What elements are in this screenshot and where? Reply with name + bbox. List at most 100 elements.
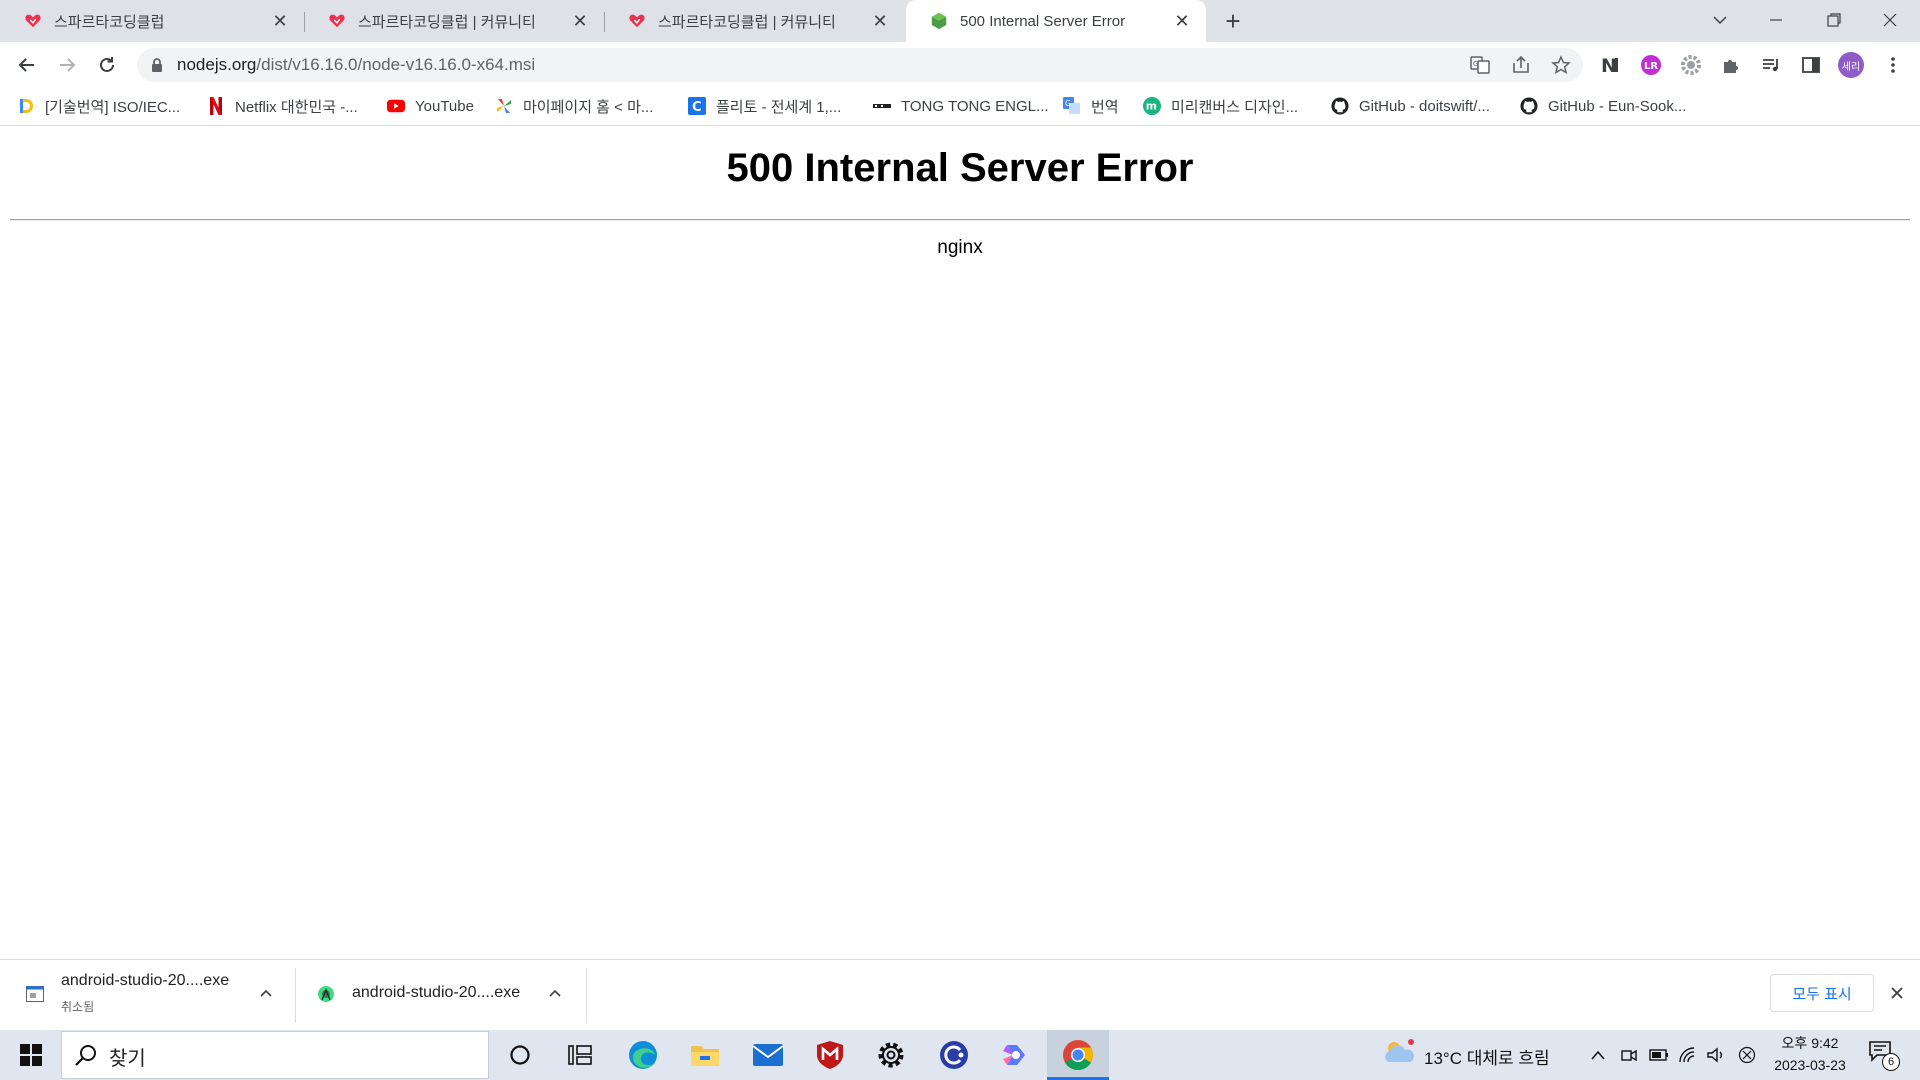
sparta-heart-icon bbox=[629, 14, 645, 28]
remote-support-icon[interactable] bbox=[929, 1035, 979, 1075]
edge-browser-icon[interactable] bbox=[618, 1035, 668, 1075]
download-item-1[interactable]: android-studio-20....exe 취소됨 bbox=[0, 960, 295, 1030]
action-center-button[interactable]: 6 bbox=[1868, 1040, 1900, 1071]
weather-text[interactable]: 13°C 대체로 흐림 bbox=[1424, 1044, 1550, 1069]
volume-icon[interactable] bbox=[1706, 1046, 1726, 1064]
tab-title: 500 Internal Server Error bbox=[960, 12, 1126, 30]
tab-3[interactable]: 스파르타코딩클럽 | 커뮤니티 ✕ bbox=[604, 0, 904, 42]
extension-lr-icon[interactable]: LR bbox=[1638, 52, 1664, 78]
tab-2[interactable]: 스파르타코딩클럽 | 커뮤니티 ✕ bbox=[304, 0, 604, 42]
github-icon bbox=[1520, 97, 1538, 115]
d-logo-icon bbox=[17, 97, 35, 115]
side-panel-icon[interactable] bbox=[1798, 52, 1824, 78]
youtube-icon bbox=[387, 97, 405, 115]
lock-icon[interactable] bbox=[150, 57, 164, 73]
bookmark-label: GitHub - Eun-Sook... bbox=[1548, 97, 1687, 115]
bookmark-label: TONG TONG ENGL... bbox=[901, 97, 1049, 115]
show-all-downloads-button[interactable]: 모두 표시 bbox=[1770, 974, 1874, 1012]
svg-text:m: m bbox=[1146, 100, 1157, 113]
bookmark-9[interactable]: GitHub - doitswift/... bbox=[1331, 94, 1490, 118]
chrome-taskbar-active[interactable] bbox=[1047, 1030, 1109, 1080]
bookmark-label: [기술번역] ISO/IEC... bbox=[45, 98, 181, 116]
nodejs-hexagon-icon bbox=[931, 12, 947, 30]
pinwheel-icon bbox=[495, 97, 513, 115]
download-filename: android-studio-20....exe bbox=[352, 984, 521, 1001]
bookmark-label: 플리토 - 전세계 1,... bbox=[716, 98, 842, 116]
ime-status-icon[interactable] bbox=[1738, 1046, 1756, 1064]
bookmark-1[interactable]: [기술번역] ISO/IEC... bbox=[17, 94, 180, 118]
sparta-heart-icon bbox=[329, 14, 345, 28]
bookmark-2[interactable]: Netflix 대한민국 -... bbox=[207, 94, 358, 118]
tab-1[interactable]: 스파르타코딩클럽 ✕ bbox=[0, 0, 304, 42]
cortana-circle-icon[interactable] bbox=[495, 1035, 545, 1075]
profile-avatar[interactable]: 세리 bbox=[1838, 52, 1864, 78]
windows-logo-icon bbox=[20, 1044, 42, 1066]
weather-cloudy-icon[interactable] bbox=[1382, 1038, 1416, 1066]
notification-count-badge: 6 bbox=[1882, 1053, 1900, 1071]
bookmark-label: 마이페이지 홈 < 마... bbox=[523, 98, 654, 116]
tab-close-icon[interactable]: ✕ bbox=[868, 9, 892, 33]
reload-icon[interactable] bbox=[92, 50, 122, 80]
battery-icon[interactable] bbox=[1648, 1046, 1670, 1064]
chevron-up-icon[interactable] bbox=[259, 988, 273, 998]
translate-icon: G bbox=[1063, 97, 1081, 115]
installer-file-icon bbox=[26, 986, 44, 1002]
server-signature: nginx bbox=[937, 237, 983, 258]
tray-overflow-chevron-icon[interactable] bbox=[1590, 1049, 1606, 1061]
tab-title: 스파르타코딩클럽 | 커뮤니티 bbox=[658, 13, 836, 31]
mail-icon[interactable] bbox=[743, 1035, 793, 1075]
start-button[interactable] bbox=[6, 1035, 56, 1075]
bookmark-6[interactable]: TONG TONG ENGL... bbox=[873, 94, 1049, 118]
back-arrow-icon[interactable] bbox=[12, 50, 42, 80]
minimize-icon[interactable] bbox=[1748, 0, 1804, 40]
horizontal-rule bbox=[10, 219, 1910, 221]
forward-arrow-icon[interactable] bbox=[52, 50, 82, 80]
chevron-up-icon[interactable] bbox=[548, 988, 562, 998]
clock[interactable]: 오후 9:42 2023-03-23 bbox=[1768, 1032, 1852, 1078]
download-separator bbox=[586, 968, 587, 1023]
bookmark-7[interactable]: G 번역 bbox=[1063, 94, 1119, 118]
tab-title: 스파르타코딩클럽 | 커뮤니티 bbox=[358, 13, 536, 31]
close-shelf-icon[interactable] bbox=[1890, 986, 1904, 1000]
bookmark-star-icon[interactable] bbox=[1548, 52, 1574, 78]
extensions-puzzle-icon[interactable] bbox=[1718, 52, 1744, 78]
media-queue-icon[interactable] bbox=[1758, 52, 1784, 78]
close-window-icon[interactable] bbox=[1862, 0, 1918, 40]
meet-now-icon[interactable] bbox=[1620, 1046, 1638, 1064]
bookmark-4[interactable]: 마이페이지 홈 < 마... bbox=[495, 94, 653, 118]
flitto-icon: C bbox=[688, 97, 706, 115]
svg-text:G: G bbox=[1065, 99, 1071, 108]
mcafee-shield-icon[interactable] bbox=[805, 1035, 855, 1075]
extension-lr-label: LR bbox=[1644, 61, 1658, 72]
wifi-icon[interactable] bbox=[1678, 1046, 1698, 1064]
copilot-app-icon[interactable] bbox=[990, 1035, 1040, 1075]
url-text[interactable]: nodejs.org/dist/v16.16.0/node-v16.16.0-x… bbox=[177, 54, 535, 76]
bookmark-label: 미리캔버스 디자인... bbox=[1171, 98, 1299, 116]
extension-gear-icon[interactable] bbox=[1678, 52, 1704, 78]
tab-4-active[interactable]: 500 Internal Server Error ✕ bbox=[906, 0, 1206, 42]
tab-close-icon[interactable]: ✕ bbox=[568, 9, 592, 33]
share-icon[interactable] bbox=[1508, 52, 1534, 78]
miricanvas-icon: m bbox=[1143, 97, 1161, 115]
taskbar-search-placeholder: 찾기 bbox=[109, 1048, 146, 1070]
settings-gear-icon[interactable] bbox=[866, 1035, 916, 1075]
task-view-icon[interactable] bbox=[555, 1035, 605, 1075]
tab-close-icon[interactable]: ✕ bbox=[268, 9, 292, 33]
file-explorer-icon[interactable] bbox=[680, 1035, 730, 1075]
bookmark-3[interactable]: YouTube bbox=[387, 94, 474, 118]
bookmark-10[interactable]: GitHub - Eun-Sook... bbox=[1520, 94, 1686, 118]
new-tab-plus-icon[interactable]: + bbox=[1219, 7, 1247, 35]
android-studio-icon bbox=[318, 986, 334, 1002]
restore-icon[interactable] bbox=[1806, 0, 1862, 40]
extension-n-icon[interactable]: N bbox=[1598, 52, 1624, 78]
tab-search-chevron-icon[interactable] bbox=[1692, 0, 1748, 40]
tab-close-icon[interactable]: ✕ bbox=[1170, 9, 1194, 33]
download-item-2[interactable]: android-studio-20....exe bbox=[296, 960, 586, 1030]
bookmark-5[interactable]: C 플리토 - 전세계 1,... bbox=[688, 94, 841, 118]
svg-text:N: N bbox=[1601, 55, 1617, 75]
bookmark-8[interactable]: m 미리캔버스 디자인... bbox=[1143, 94, 1298, 118]
bookmark-label: 번역 bbox=[1091, 98, 1119, 116]
bookmark-label: Netflix 대한민국 -... bbox=[235, 98, 358, 116]
translate-page-icon[interactable]: G bbox=[1467, 52, 1493, 78]
menu-kebab-icon[interactable] bbox=[1880, 52, 1906, 78]
